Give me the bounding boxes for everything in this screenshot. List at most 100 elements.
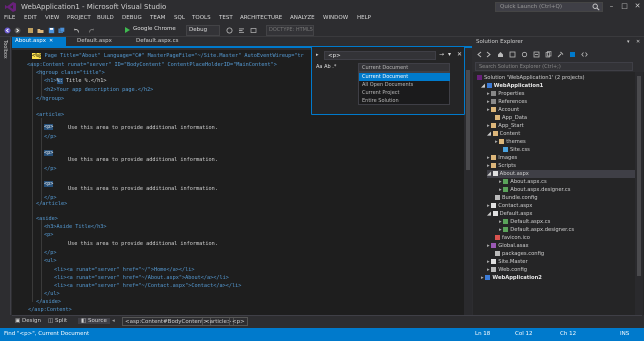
search-scope-select[interactable]: Current Document — [358, 63, 450, 72]
tab-about-aspx[interactable]: About.aspx ✕ — [12, 37, 66, 46]
collapse-all-icon[interactable] — [533, 51, 540, 58]
solution-explorer-scrollbar[interactable] — [635, 72, 643, 315]
menu-edit[interactable]: EDIT — [24, 15, 37, 21]
back-icon[interactable] — [476, 51, 483, 58]
tree-item-file-selected[interactable]: ◢ About.aspx — [487, 170, 635, 178]
pending-changes-icon[interactable] — [509, 51, 516, 58]
scope-option-current-project[interactable]: Current Project — [359, 89, 450, 97]
toolbox-tab[interactable]: Toolbox — [0, 37, 11, 315]
split-label: Split — [54, 318, 68, 324]
editor-gutter — [12, 50, 24, 315]
menu-tools[interactable]: TOOLS — [192, 15, 211, 21]
maximize-button[interactable]: □ — [620, 2, 629, 11]
menu-file[interactable]: FILE — [4, 15, 15, 21]
tab-default-aspx[interactable]: Default.aspx — [74, 37, 115, 46]
breadcrumb-p[interactable]: <p> — [229, 317, 248, 326]
undo-icon[interactable] — [73, 27, 80, 34]
tree-item-file[interactable]: ▸ Default.aspx.cs — [499, 218, 550, 226]
tree-item-file[interactable]: ▸ About.aspx.designer.cs — [499, 186, 570, 194]
close-panel-icon[interactable]: ✕ — [636, 39, 640, 45]
tree-item-solution[interactable]: Solution 'WebApplication1' (2 projects) — [477, 74, 585, 82]
tree-item-project[interactable]: ◢ WebApplication1 — [481, 82, 543, 90]
tree-item-file[interactable]: ▸ About.aspx.cs — [499, 178, 547, 186]
tree-item-file[interactable]: Site.css — [503, 146, 530, 154]
properties-icon[interactable] — [557, 51, 564, 58]
quick-launch-input[interactable]: Quick Launch (Ctrl+Q) — [495, 2, 603, 12]
solution-configuration-select[interactable]: Debug — [186, 25, 220, 36]
find-option-toggles[interactable]: Aa Ab .* — [316, 64, 336, 70]
forward-icon[interactable] — [14, 27, 21, 34]
solution-explorer-search[interactable]: Search Solution Explorer (Ctrl+;) — [475, 62, 633, 71]
home-icon[interactable] — [497, 51, 504, 58]
breadcrumb-asp-content[interactable]: <asp:Content#BodyContent> — [122, 317, 212, 326]
menu-architecture[interactable]: ARCHITECTURE — [240, 15, 282, 21]
close-tab-icon[interactable]: ✕ — [49, 38, 53, 44]
format-icon[interactable] — [238, 27, 245, 34]
back-icon[interactable] — [4, 27, 11, 34]
find-match-highlight: <p> — [44, 150, 54, 156]
breadcrumb-prev-icon[interactable]: ◂ — [112, 318, 115, 324]
view-code-icon[interactable] — [581, 51, 588, 58]
tree-item-folder[interactable]: ▸ App_Start — [487, 122, 524, 130]
expand-replace-icon[interactable]: ▸ — [316, 52, 319, 58]
tab-default-aspx-cs[interactable]: Default.aspx.cs — [133, 37, 181, 46]
menu-help[interactable]: HELP — [357, 15, 371, 21]
menu-analyze[interactable]: ANALYZE — [290, 15, 315, 21]
tree-item-folder[interactable]: App_Data — [495, 114, 527, 122]
menu-sql[interactable]: SQL — [174, 15, 185, 21]
menu-view[interactable]: VIEW — [45, 15, 59, 21]
tree-item-file[interactable]: ▸ Site.Master — [487, 258, 528, 266]
tree-item-file[interactable]: favicon.ico — [495, 234, 530, 242]
show-all-files-icon[interactable] — [545, 51, 552, 58]
menu-build[interactable]: BUILD — [97, 15, 114, 21]
tree-item-folder[interactable]: ▸ Properties — [487, 90, 524, 98]
tree-item-file[interactable]: ▸ Default.aspx.designer.cs — [499, 226, 574, 234]
tree-item-file[interactable]: ◢ Default.aspx — [487, 210, 533, 218]
open-file-icon[interactable] — [37, 27, 44, 34]
menu-test[interactable]: TEST — [219, 15, 233, 21]
preview-icon[interactable] — [569, 51, 576, 58]
menu-window[interactable]: WINDOW — [323, 15, 348, 21]
close-button[interactable]: ✕ — [633, 2, 642, 11]
pin-icon[interactable]: ▾ — [627, 39, 630, 45]
refresh-icon[interactable] — [521, 51, 528, 58]
menu-team[interactable]: TEAM — [150, 15, 165, 21]
save-icon[interactable] — [48, 27, 55, 34]
source-view-button[interactable]: ◧ Source — [78, 318, 110, 324]
tree-item-folder[interactable]: ◢ Content — [487, 130, 520, 138]
editor-vertical-scrollbar[interactable] — [464, 50, 472, 315]
tree-item-folder[interactable]: ▸ Scripts — [487, 162, 516, 170]
scope-option-all-open-documents[interactable]: All Open Documents — [359, 81, 450, 89]
close-find-icon[interactable]: ✕ — [457, 51, 462, 58]
comment-icon[interactable] — [250, 27, 257, 34]
scrollbar-thumb[interactable] — [637, 76, 641, 276]
find-input[interactable]: <p> — [324, 51, 436, 60]
scope-option-current-document[interactable]: Current Document — [359, 73, 450, 81]
tree-item-file[interactable]: Bundle.config — [495, 194, 538, 202]
tree-item-project[interactable]: ▸ WebApplication2 — [481, 274, 542, 282]
tree-item-folder[interactable]: ▸ themes — [495, 138, 526, 146]
tree-item-file[interactable]: ▸ Web.config — [487, 266, 527, 274]
find-next-icon[interactable]: → — [439, 51, 444, 58]
tree-item-file[interactable]: ▸ Global.asax — [487, 242, 529, 250]
scope-option-entire-solution[interactable]: Entire Solution — [359, 97, 450, 105]
tree-item-folder[interactable]: ▸ Account — [487, 106, 519, 114]
browser-link-icon[interactable] — [226, 27, 233, 34]
new-project-icon[interactable] — [27, 27, 34, 34]
tree-item-file[interactable]: packages.config — [495, 250, 544, 258]
doctype-select[interactable]: DOCTYPE: HTML5 — [266, 25, 314, 36]
forward-icon[interactable] — [485, 51, 492, 58]
start-debugging-button[interactable]: Google Chrome — [123, 25, 185, 36]
menu-project[interactable]: PROJECT — [67, 15, 91, 21]
menu-debug[interactable]: DEBUG — [122, 15, 142, 21]
design-view-button[interactable]: ▣ Design — [15, 318, 41, 324]
scrollbar-thumb[interactable] — [466, 70, 470, 170]
tree-item-folder[interactable]: ▸ References — [487, 98, 527, 106]
find-options-icon[interactable]: ▾ — [448, 51, 451, 58]
split-view-button[interactable]: ◫ Split — [48, 318, 67, 324]
tree-item-folder[interactable]: ▸ Images — [487, 154, 517, 162]
tree-item-file[interactable]: ▸ Contact.aspx — [487, 202, 532, 210]
save-all-icon[interactable] — [58, 27, 65, 34]
minimize-button[interactable]: – — [607, 2, 616, 11]
redo-icon[interactable] — [88, 27, 95, 34]
